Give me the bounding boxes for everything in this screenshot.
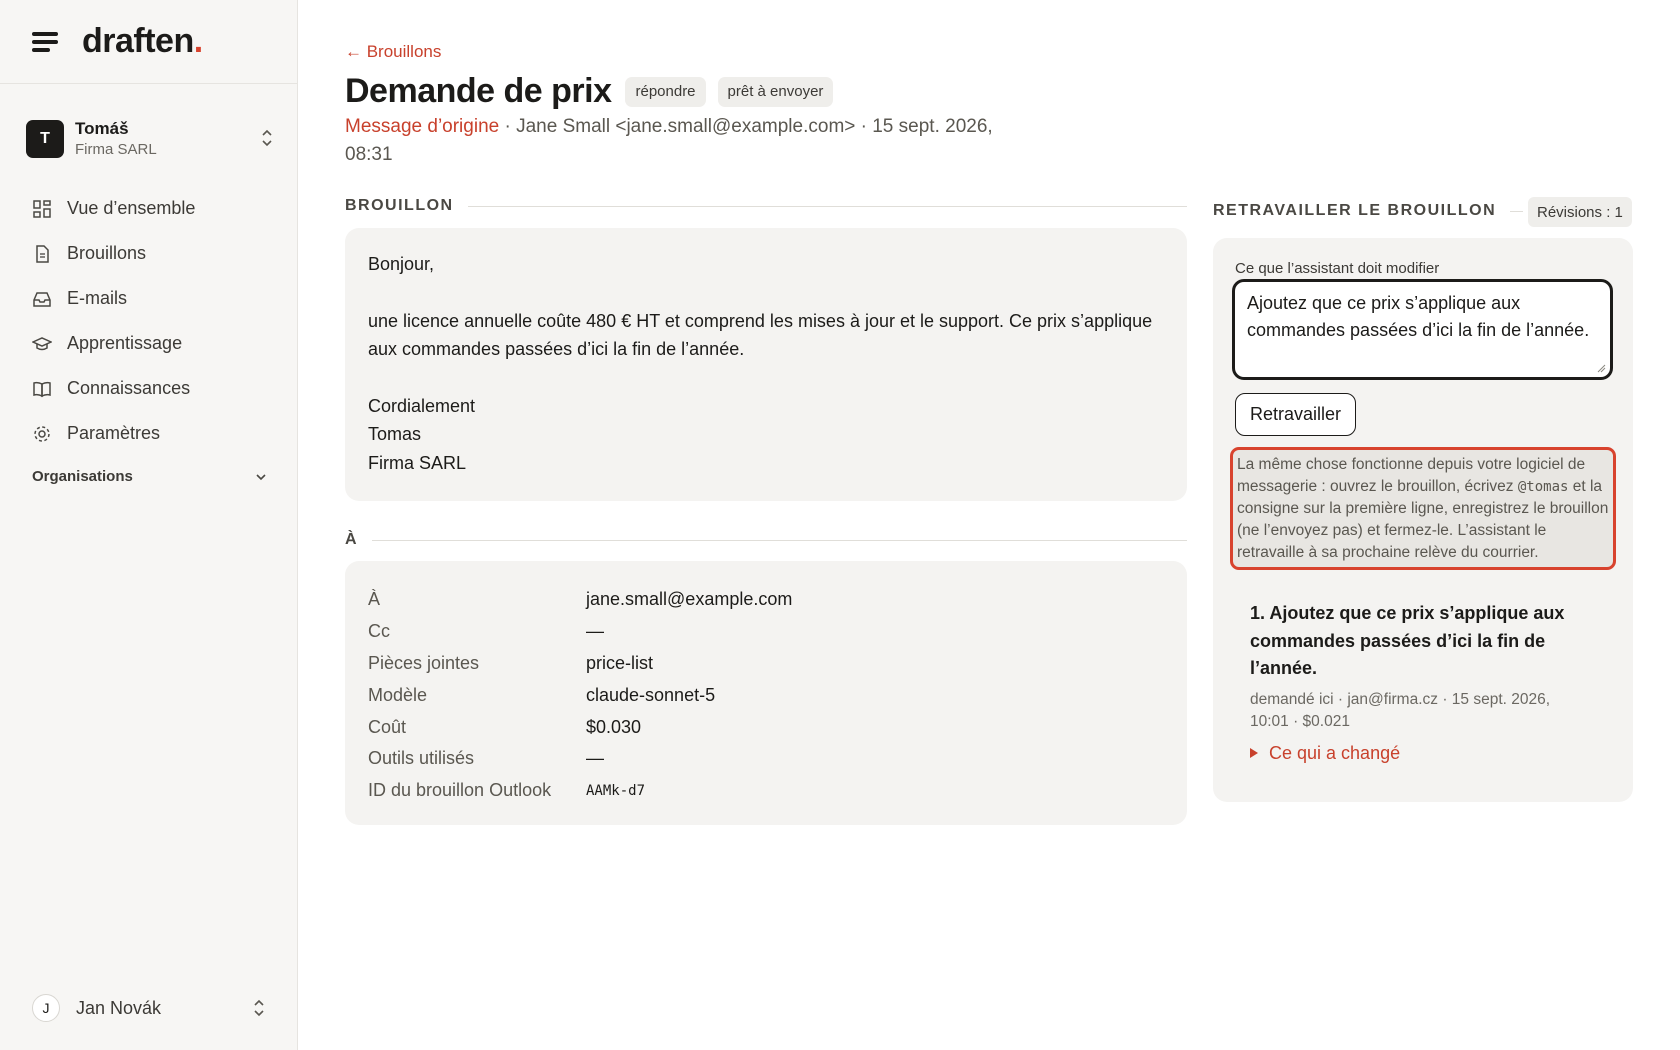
sidebar-item-label: E-mails xyxy=(67,288,128,308)
graduation-cap-icon xyxy=(32,336,52,350)
chevron-down-icon xyxy=(256,473,266,480)
draft-closing: Cordialement xyxy=(368,395,476,416)
revisions-badge: Révisions : 1 xyxy=(1528,197,1632,227)
draft-signature-name: Tomas xyxy=(368,424,422,444)
avatar: J xyxy=(32,994,60,1022)
sidebar-item-settings[interactable]: Paramètres xyxy=(32,411,272,456)
org-name: Tomáš xyxy=(75,119,129,138)
organisations-toggle[interactable]: Organisations xyxy=(32,468,268,485)
table-row: Cc — xyxy=(368,621,604,642)
table-row: Pièces jointes price-list xyxy=(368,652,654,673)
mention-code: @tomas xyxy=(1517,479,1569,495)
tag-reply: répondre xyxy=(625,76,706,107)
sidebar-nav: Vue d’ensemble Brouillons E-mails Appren… xyxy=(32,186,272,456)
details-section-label: À xyxy=(345,531,1187,549)
sidebar-item-learning[interactable]: Apprentissage xyxy=(32,321,272,366)
draft-section-label: BROUILLON xyxy=(345,197,1187,215)
sidebar-item-label: Vue d’ensemble xyxy=(67,198,196,218)
document-icon xyxy=(36,244,49,263)
org-company: Firma SARL xyxy=(75,141,157,158)
caret-right-icon xyxy=(1250,748,1258,758)
sidebar-item-label: Apprentissage xyxy=(67,333,183,353)
rework-button[interactable]: Retravailler xyxy=(1235,393,1357,436)
org-switcher[interactable]: T Tomáš Firma SARL xyxy=(26,113,274,165)
book-icon xyxy=(33,381,51,397)
inbox-icon xyxy=(33,291,51,307)
grid-icon xyxy=(33,199,51,218)
revision-text: 1. Ajoutez que ce prix s’applique aux co… xyxy=(1250,603,1565,678)
rework-card: Ce que l’assistant doit modifier Ajoutez… xyxy=(1213,238,1633,802)
chevron-up-down-icon xyxy=(262,129,272,147)
logo[interactable]: draften. xyxy=(82,22,203,61)
sidebar: draften. T Tomáš Firma SARL Vue d’ensemb… xyxy=(0,0,298,1050)
draft-card: Bonjour, une licence annuelle coûte 480 … xyxy=(345,228,1187,501)
origin-message-link[interactable]: Message d’origine xyxy=(345,116,499,137)
menu-icon[interactable] xyxy=(32,31,60,53)
table-row: Modèle claude-sonnet-5 xyxy=(368,684,716,705)
org-avatar: T xyxy=(26,120,64,158)
user-name: Jan Novák xyxy=(76,997,162,1018)
brand-bar: draften. xyxy=(0,0,297,84)
sidebar-item-label: Paramètres xyxy=(67,423,161,443)
sidebar-item-emails[interactable]: E-mails xyxy=(32,276,272,321)
rework-section-label: RETRAVAILLER LE BROUILLON xyxy=(1213,202,1523,220)
main-content: ← Brouillons Demande de prix répondre pr… xyxy=(345,0,1645,1050)
what-changed-toggle[interactable]: Ce qui a changé xyxy=(1250,743,1590,764)
table-row: ID du brouillon Outlook AAMk-d7 xyxy=(368,780,646,801)
table-row: Coût $0.030 xyxy=(368,716,642,737)
gear-icon xyxy=(34,425,50,442)
resize-handle-icon[interactable] xyxy=(1596,363,1606,373)
details-card: Àjane.small@example.com Cc — Pièces joint… xyxy=(345,561,1187,825)
sidebar-item-label: Brouillons xyxy=(67,243,147,263)
sidebar-item-label: Connaissances xyxy=(67,378,191,398)
revision-meta: demandé ici · jan@firma.cz · 15 sept. 20… xyxy=(1250,690,1551,730)
revision-item: 1. Ajoutez que ce prix s’applique aux co… xyxy=(1250,600,1590,764)
draft-paragraph: une licence annuelle coûte 480 € HT et c… xyxy=(368,310,1153,360)
back-to-drafts-link[interactable]: ← Brouillons xyxy=(345,42,441,62)
table-row: Outils utilisés — xyxy=(368,748,604,769)
sidebar-item-drafts[interactable]: Brouillons xyxy=(32,231,272,276)
sidebar-item-overview[interactable]: Vue d’ensemble xyxy=(32,186,272,231)
details-table: Àjane.small@example.com Cc — Pièces joint… xyxy=(368,584,1128,807)
draft-greeting: Bonjour, xyxy=(368,254,435,274)
draft-signature-company: Firma SARL xyxy=(368,452,467,473)
sidebar-item-knowledge[interactable]: Connaissances xyxy=(32,366,272,411)
table-row: Àjane.small@example.com xyxy=(368,589,793,610)
page-title: Demande de prix xyxy=(345,72,612,110)
tag-ready: prêt à envoyer xyxy=(717,76,834,107)
instruction-label: Ce que l’assistant doit modifier xyxy=(1235,260,1440,277)
email-client-hint: La même chose fonctionne depuis votre lo… xyxy=(1230,447,1616,570)
organisations-label: Organisations xyxy=(32,468,133,485)
chevron-up-down-icon xyxy=(254,999,264,1017)
instruction-textarea[interactable]: Ajoutez que ce prix s’applique aux comma… xyxy=(1232,279,1613,380)
origin-meta: Message d’origine · Jane Small <jane.sma… xyxy=(345,113,995,169)
user-menu[interactable]: J Jan Novák xyxy=(32,993,268,1023)
draft-body: Bonjour, une licence annuelle coûte 480 … xyxy=(345,228,1187,499)
